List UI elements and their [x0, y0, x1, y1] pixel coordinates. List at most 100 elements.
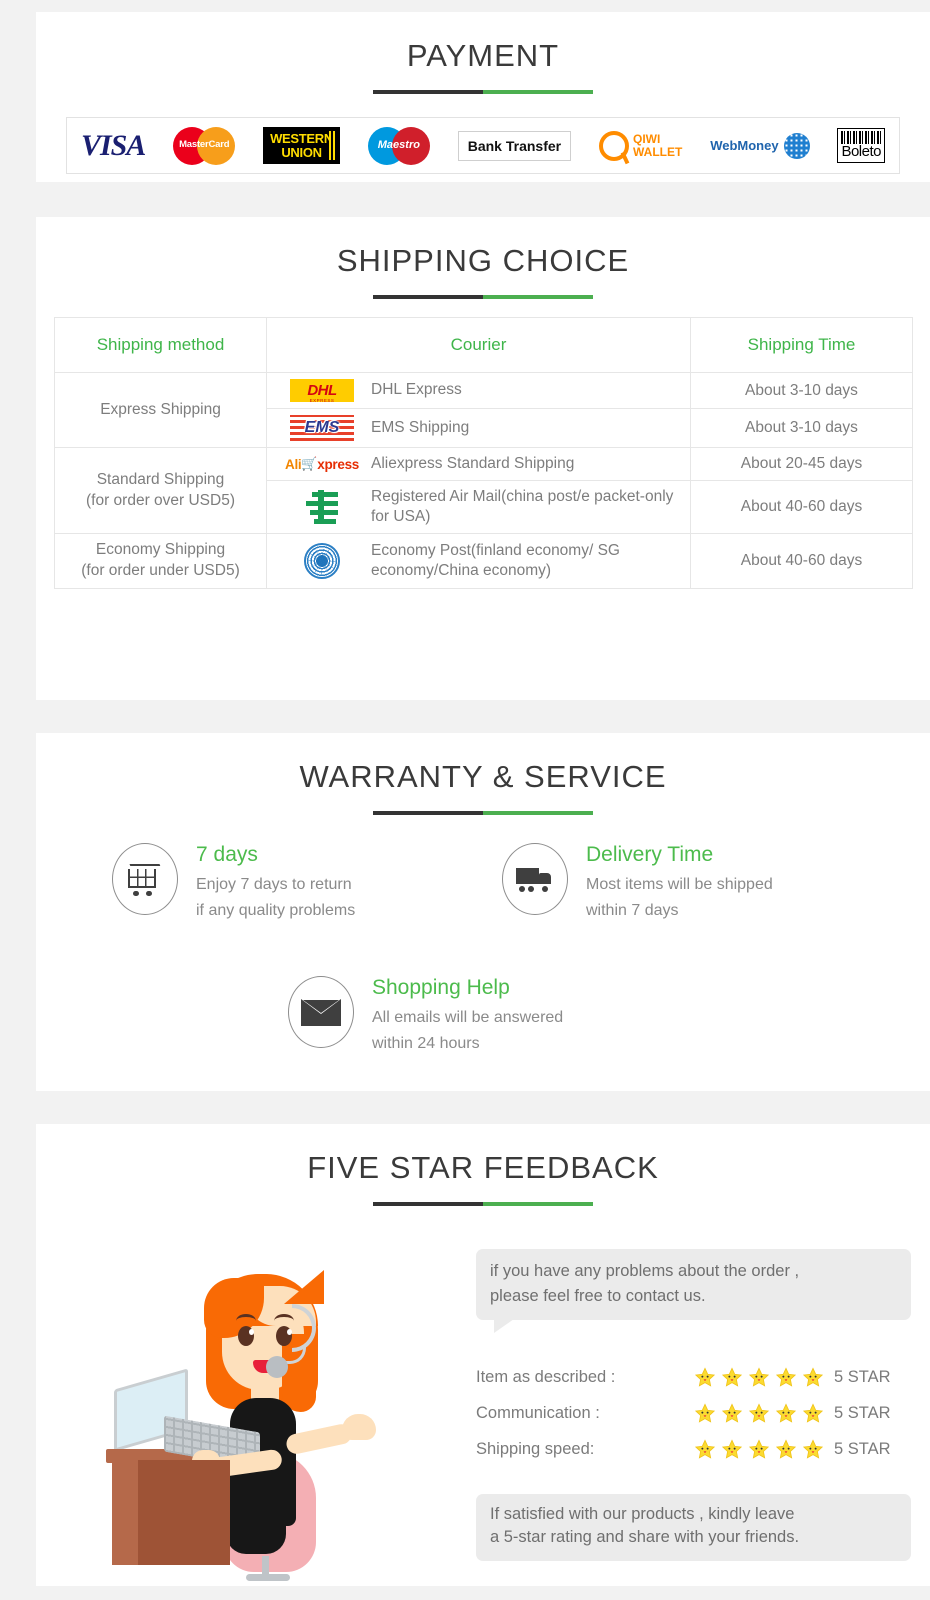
warranty-item-help: Shopping Help All emails will be answere… [288, 976, 708, 1057]
contact-bubble-line1: if you have any problems about the order… [490, 1262, 800, 1280]
rule-green-half [483, 295, 593, 299]
shipping-section: SHIPPING CHOICE Shipping method Courier … [36, 217, 930, 700]
product-detail-page: PAYMENT VISA MasterCard WESTERN UNION Ma… [0, 0, 930, 1600]
bank-transfer-icon: Bank Transfer [457, 123, 572, 169]
star-icon [721, 1403, 743, 1424]
customer-service-illustration [106, 1270, 426, 1581]
western-union-bars [328, 130, 337, 161]
shipping-time-cell: About 40-60 days [690, 533, 913, 590]
courier-cell-dhl: DHL EXPRESS DHL Express [266, 372, 691, 409]
eyebrow-right [274, 1314, 294, 1321]
method-cell-economy: Economy Shipping (for order under USD5) [54, 533, 267, 590]
dhl-subtext: EXPRESS [309, 398, 335, 403]
star-icon [802, 1367, 824, 1388]
feedback-section: FIVE STAR FEEDBACK if you have any probl… [36, 1124, 930, 1586]
western-union-line2: UNION [281, 144, 322, 160]
qiwi-line1: QIWI [632, 131, 661, 146]
ems-wordmark: EMS [304, 419, 340, 436]
method-note: (for order over USD5) [85, 491, 235, 509]
mastercard-icon: MasterCard [173, 123, 236, 169]
column-header-time: Shipping Time [690, 317, 913, 373]
rule-green-half [483, 1202, 593, 1206]
desk-side [112, 1460, 138, 1565]
star-icon [694, 1367, 716, 1388]
shipping-time-cell: About 3-10 days [690, 372, 913, 409]
dhl-logo: DHL EXPRESS [285, 379, 359, 403]
warranty-title-rule [373, 811, 593, 815]
boleto-icon: Boleto [837, 123, 885, 169]
rating-row-communication: Communication : 5 STAR [476, 1396, 916, 1432]
rule-dark-half [373, 811, 483, 815]
table-row: Standard Shipping (for order over USD5) … [54, 446, 913, 535]
ali-wordmark: Ali [285, 456, 302, 472]
western-union-icon: WESTERN UNION [263, 123, 340, 169]
warranty-item-returns: 7 days Enjoy 7 days to return if any qua… [112, 843, 502, 924]
qiwi-ring [598, 130, 629, 161]
star-icon [694, 1403, 716, 1424]
warranty-line2: within 7 days [586, 901, 679, 919]
payment-title-rule [373, 90, 593, 94]
rating-label: Item as described : [476, 1368, 616, 1386]
method-cell-standard: Standard Shipping (for order over USD5) [54, 446, 267, 535]
rating-stars [694, 1403, 834, 1424]
delivery-truck-icon [502, 843, 568, 915]
ems-logo: EMS [285, 415, 359, 441]
method-cell-express: Express Shipping [54, 372, 267, 448]
chair-base [246, 1574, 290, 1581]
mastercard-label: MasterCard [179, 138, 230, 150]
courier-cell-un-post: Economy Post(finland economy/ SG economy… [266, 533, 691, 590]
star-icon [694, 1439, 716, 1460]
headset-microphone-icon [266, 1356, 288, 1378]
column-header-method: Shipping method [54, 317, 267, 373]
qiwi-wallet-icon: QIWI WALLET [598, 123, 683, 169]
table-row: Express Shipping DHL EXPRESS DHL Express [54, 372, 913, 448]
warranty-line1: Enjoy 7 days to return [196, 876, 352, 893]
dhl-wordmark: DHL [307, 382, 337, 399]
feedback-details: if you have any problems about the order… [476, 1249, 916, 1562]
qiwi-line2: WALLET [632, 144, 683, 159]
shipping-title-rule [373, 295, 593, 299]
warranty-heading: Shopping Help [372, 976, 510, 999]
shipping-time-cell: About 3-10 days [690, 408, 913, 448]
eye-highlight-left [249, 1329, 254, 1335]
star-icon [748, 1367, 770, 1388]
rule-dark-half [373, 1202, 483, 1206]
western-union-line1: WESTERN [270, 130, 333, 146]
webmoney-icon: WebMoney [710, 123, 810, 169]
ratings-list: Item as described : 5 STAR Communication… [476, 1360, 916, 1468]
rating-row-item-as-described: Item as described : 5 STAR [476, 1360, 916, 1396]
envelope-icon [288, 976, 354, 1048]
un-post-logo [285, 543, 359, 580]
feedback-title-rule [373, 1202, 593, 1206]
rating-row-shipping-speed: Shipping speed: 5 STAR [476, 1432, 916, 1468]
rating-stars [694, 1439, 834, 1460]
star-icon [721, 1439, 743, 1460]
payment-section: PAYMENT VISA MasterCard WESTERN UNION Ma… [36, 12, 930, 182]
courier-cell-aliexpress: Ali 🛒 xpress Aliexpress Standard Shippin… [266, 446, 691, 482]
table-header-row: Shipping method Courier Shipping Time [54, 317, 913, 373]
bank-transfer-label: Bank Transfer [457, 130, 572, 161]
star-icon [721, 1367, 743, 1388]
rating-value: 5 STAR [834, 1368, 891, 1386]
courier-name: Registered Air Mail(china post/e packet-… [371, 488, 674, 526]
maestro-label: Maestro [377, 138, 420, 151]
webmoney-globe [783, 132, 810, 159]
shipping-title: SHIPPING CHOICE [336, 243, 630, 278]
rating-label: Shipping speed: [476, 1440, 595, 1458]
shipping-time-cell: About 20-45 days [690, 446, 913, 482]
rule-green-half [483, 90, 593, 94]
star-icon [802, 1403, 824, 1424]
shipping-time-cell: About 40-60 days [690, 480, 913, 535]
warranty-line1: All emails will be answered [372, 1009, 564, 1026]
warranty-title: WARRANTY & SERVICE [299, 759, 667, 794]
courier-name: DHL Express [371, 381, 462, 399]
feedback-title: FIVE STAR FEEDBACK [307, 1150, 659, 1185]
courier-name: EMS Shipping [371, 418, 470, 436]
visa-icon: VISA [81, 123, 146, 169]
rule-dark-half [373, 90, 483, 94]
rating-value: 5 STAR [834, 1440, 891, 1458]
warranty-item-delivery: Delivery Time Most items will be shipped… [502, 843, 902, 924]
courier-cell-ems: EMS EMS Shipping [266, 408, 691, 448]
courier-name: Economy Post(finland economy/ SG economy… [371, 542, 620, 580]
rule-green-half [483, 811, 593, 815]
